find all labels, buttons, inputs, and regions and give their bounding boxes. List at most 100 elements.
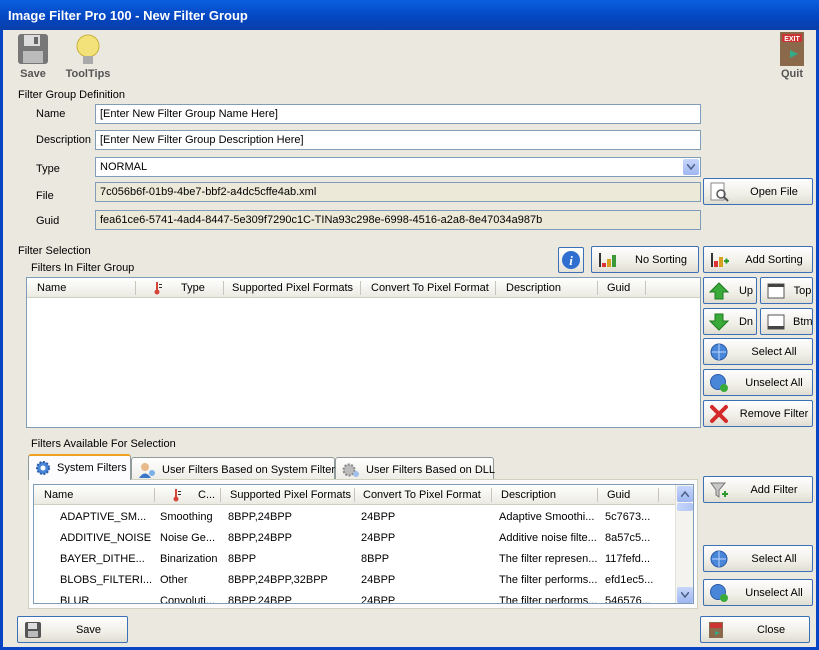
globe-check-icon (708, 341, 730, 363)
guid-label: Guid (36, 215, 60, 227)
top-edge-icon (765, 280, 787, 302)
table-row[interactable]: ADAPTIVE_SM... Smoothing 8BPP,24BPP 24BP… (34, 507, 674, 528)
group-col-guid[interactable]: Guid (607, 282, 630, 294)
add-sorting-button[interactable]: Add Sorting (703, 246, 813, 273)
type-select[interactable]: NORMAL (95, 157, 701, 177)
row-name: ADDITIVE_NOISE (60, 532, 152, 544)
footer-save-button[interactable]: Save (17, 616, 128, 643)
available-col-description[interactable]: Description (501, 489, 556, 501)
available-col-convert[interactable]: Convert To Pixel Format (363, 489, 481, 501)
group-unselect-all-button[interactable]: Unselect All (703, 369, 813, 396)
file-field: 7c056b6f-01b9-4be7-bbf2-a4dc5cffe4ab.xml (95, 182, 701, 202)
window-title: Image Filter Pro 100 - New Filter Group (0, 0, 819, 30)
row-description: Adaptive Smoothi... (499, 511, 595, 523)
row-name: BLUR (60, 595, 90, 604)
open-file-button[interactable]: Open File (703, 178, 813, 205)
move-bottom-label: Btm (793, 315, 813, 328)
tab-user-filters-system[interactable]: User Filters Based on System Filters (131, 457, 341, 481)
globe-check-icon (708, 548, 730, 570)
row-description: Additive noise filte... (499, 532, 597, 544)
remove-filter-label: Remove Filter (739, 407, 809, 420)
row-convert: 24BPP (361, 511, 396, 523)
available-col-supported[interactable]: Supported Pixel Formats (230, 489, 351, 501)
toolbar-quit-button[interactable]: EXIT Quit (774, 30, 810, 80)
globe-uncheck-icon (708, 582, 730, 604)
footer-close-label: Close (756, 623, 786, 636)
move-up-button[interactable]: Up (703, 277, 757, 304)
scroll-down-arrow[interactable] (677, 587, 693, 603)
add-filter-button[interactable]: Add Filter (703, 476, 813, 503)
row-guid: 117fefd... (605, 553, 651, 565)
group-col-name[interactable]: Name (37, 282, 66, 294)
row-supported: 8BPP,24BPP (228, 595, 293, 604)
red-x-icon (708, 403, 730, 425)
available-filters-list[interactable]: Name C... Supported Pixel Formats Conver… (33, 484, 694, 604)
no-sorting-button[interactable]: No Sorting (591, 246, 699, 273)
scroll-up-arrow[interactable] (677, 486, 693, 502)
tab-user-filters-dll[interactable]: User Filters Based on DLL (335, 457, 495, 481)
row-category: Binarization (160, 553, 218, 565)
name-input[interactable]: [Enter New Filter Group Name Here] (95, 104, 701, 124)
available-list-header: Name C... Supported Pixel Formats Conver… (34, 485, 675, 505)
tab-system-filters[interactable]: System Filters (28, 454, 131, 480)
row-supported: 8BPP,24BPP (228, 532, 293, 544)
move-bottom-button[interactable]: Btm (760, 308, 813, 335)
table-row[interactable]: ADDITIVE_NOISE Noise Ge... 8BPP,24BPP 24… (34, 528, 674, 549)
arrow-up-icon (708, 280, 730, 302)
row-description: The filter performs... (499, 595, 597, 604)
group-col-description[interactable]: Description (506, 282, 561, 294)
available-unselect-all-button[interactable]: Unselect All (703, 579, 813, 606)
globe-uncheck-icon (708, 372, 730, 394)
selection-section-title: Filter Selection (18, 245, 91, 257)
definition-section-title: Filter Group Definition (18, 89, 125, 101)
move-up-label: Up (738, 284, 754, 297)
no-sorting-label: No Sorting (635, 253, 687, 266)
info-button[interactable]: i (558, 247, 584, 273)
group-list-header: Name Type Supported Pixel Formats Conver… (27, 278, 700, 298)
exit-door-icon (705, 619, 727, 641)
tab-system-filters-label: System Filters (57, 462, 127, 474)
available-col-category[interactable]: C... (198, 489, 215, 501)
group-col-convert[interactable]: Convert To Pixel Format (371, 282, 489, 294)
vertical-scrollbar[interactable] (675, 485, 693, 603)
table-row[interactable]: BAYER_DITHE... Binarization 8BPP 8BPP Th… (34, 549, 674, 570)
gear-grey-icon (342, 462, 360, 478)
group-select-all-button[interactable]: Select All (703, 338, 813, 365)
scroll-thumb[interactable] (677, 503, 693, 511)
row-guid: 546576... (605, 595, 651, 604)
available-col-guid[interactable]: Guid (607, 489, 630, 501)
lightbulb-icon (71, 32, 105, 68)
floppy-disk-icon (16, 32, 50, 68)
move-down-button[interactable]: Dn (703, 308, 757, 335)
row-guid: 5c7673... (605, 511, 651, 523)
exit-door-icon: EXIT (776, 30, 808, 68)
table-row[interactable]: BLUR Convoluti... 8BPP,24BPP 24BPP The f… (34, 591, 674, 604)
filters-in-group-list[interactable]: Name Type Supported Pixel Formats Conver… (26, 277, 701, 428)
move-top-button[interactable]: Top (760, 277, 813, 304)
row-description: The filter performs... (499, 574, 597, 586)
available-select-all-button[interactable]: Select All (703, 545, 813, 572)
toolbar-save-button[interactable]: Save (14, 32, 52, 80)
remove-filter-button[interactable]: Remove Filter (703, 400, 813, 427)
group-unselect-all-label: Unselect All (745, 376, 803, 389)
gear-icon (35, 460, 51, 476)
description-input[interactable]: [Enter New Filter Group Description Here… (95, 130, 701, 150)
chevron-down-icon[interactable] (683, 159, 699, 175)
row-category: Noise Ge... (160, 532, 216, 544)
table-row[interactable]: BLOBS_FILTERI... Other 8BPP,24BPP,32BPP … (34, 570, 674, 591)
row-convert: 24BPP (361, 532, 396, 544)
group-col-type[interactable]: Type (181, 282, 205, 294)
bottom-edge-icon (765, 311, 787, 333)
svg-text:EXIT: EXIT (784, 36, 800, 43)
row-description: The filter represen... (499, 553, 597, 565)
user-icon (138, 462, 156, 478)
group-col-supported[interactable]: Supported Pixel Formats (232, 282, 353, 294)
footer-close-button[interactable]: Close (700, 616, 810, 643)
row-category: Smoothing (160, 511, 213, 523)
toolbar-save-label: Save (20, 68, 46, 80)
thermometer-icon (153, 281, 163, 298)
row-category: Convoluti... (160, 595, 216, 604)
available-col-name[interactable]: Name (44, 489, 73, 501)
row-guid: 8a57c5... (605, 532, 651, 544)
toolbar-tooltips-button[interactable]: ToolTips (62, 32, 114, 80)
